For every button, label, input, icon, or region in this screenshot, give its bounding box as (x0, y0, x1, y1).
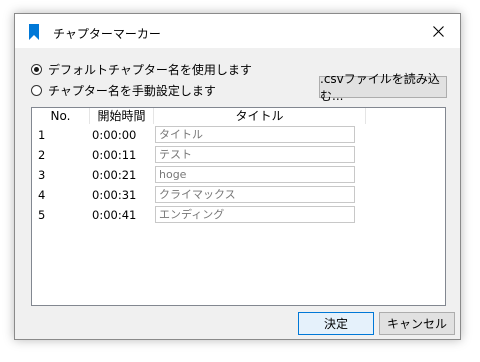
bookmark-icon (29, 24, 39, 40)
radio-manual-names-indicator[interactable] (31, 85, 42, 96)
row-number: 3 (38, 168, 46, 182)
radio-default-names[interactable]: デフォルトチャプター名を使用します (31, 61, 252, 78)
radio-default-names-indicator[interactable] (31, 64, 42, 75)
chapter-marker-dialog: チャプターマーカー デフォルトチャプター名を使用します チャプター名を手動設定し… (14, 13, 461, 340)
chapter-list-header: No. 開始時間 タイトル (32, 108, 445, 124)
table-row[interactable]: 5 0:00:41 エンディング (32, 205, 445, 225)
table-row[interactable]: 4 0:00:31 クライマックス (32, 185, 445, 205)
row-title-input[interactable]: hoge (155, 166, 355, 183)
close-button[interactable] (416, 14, 460, 48)
row-start-time: 0:00:00 (92, 128, 137, 142)
row-number: 5 (38, 208, 46, 222)
chapter-list[interactable]: No. 開始時間 タイトル 1 0:00:00 タイトル 2 0:00:11 テ… (31, 107, 446, 306)
row-number: 2 (38, 148, 46, 162)
radio-default-names-label: デフォルトチャプター名を使用します (48, 63, 252, 77)
column-header-no[interactable]: No. (32, 108, 90, 124)
load-csv-button[interactable]: .csvファイルを読み込む... (319, 72, 447, 103)
title-bar: チャプターマーカー (15, 14, 460, 48)
row-title-input[interactable]: クライマックス (155, 186, 355, 203)
column-header-start-time[interactable]: 開始時間 (90, 108, 154, 124)
row-start-time: 0:00:21 (92, 168, 137, 182)
table-row[interactable]: 2 0:00:11 テスト (32, 145, 445, 165)
radio-manual-names-label: チャプター名を手動設定します (48, 84, 216, 98)
row-title-input[interactable]: テスト (155, 146, 355, 163)
row-start-time: 0:00:41 (92, 208, 137, 222)
window-title: チャプターマーカー (53, 27, 161, 41)
cancel-button[interactable]: キャンセル (379, 312, 455, 335)
row-title-input[interactable]: タイトル (155, 126, 355, 143)
row-number: 1 (38, 128, 46, 142)
table-row[interactable]: 3 0:00:21 hoge (32, 165, 445, 185)
column-header-title[interactable]: タイトル (154, 108, 366, 124)
row-start-time: 0:00:11 (92, 148, 137, 162)
radio-manual-names[interactable]: チャプター名を手動設定します (31, 82, 216, 99)
row-title-input[interactable]: エンディング (155, 206, 355, 223)
row-number: 4 (38, 188, 46, 202)
row-start-time: 0:00:31 (92, 188, 137, 202)
table-row[interactable]: 1 0:00:00 タイトル (32, 125, 445, 145)
close-icon (432, 25, 444, 37)
ok-button[interactable]: 決定 (298, 312, 374, 335)
